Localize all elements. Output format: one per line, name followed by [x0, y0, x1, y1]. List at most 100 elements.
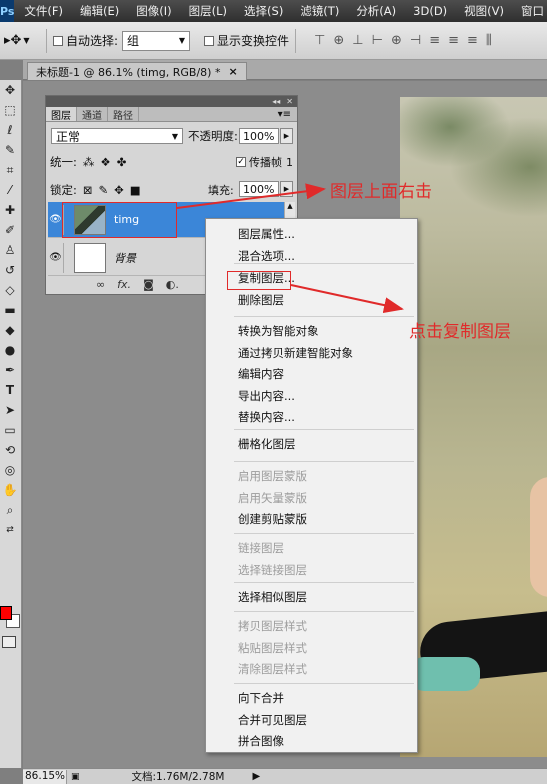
gradient-tool-icon[interactable]: ▬ — [0, 300, 20, 320]
opacity-input[interactable]: 100% — [239, 128, 279, 144]
eye-icon[interactable]: 👁 — [48, 242, 64, 273]
foreground-color-swatch[interactable] — [0, 606, 12, 620]
align-bottom-icon[interactable]: ⊥ — [352, 33, 363, 48]
auto-select-option[interactable]: 自动选择: — [53, 32, 118, 49]
link-icon[interactable]: ∞ — [96, 278, 105, 291]
pen-tool-icon[interactable]: ✒ — [0, 360, 20, 380]
menu-filter[interactable]: 滤镜(T) — [300, 3, 339, 19]
eraser-tool-icon[interactable]: ◇ — [0, 280, 20, 300]
context-menu-item[interactable]: 拼合图像 — [238, 734, 284, 748]
tab-layers[interactable]: 图层 — [46, 107, 77, 122]
menu-analysis[interactable]: 分析(A) — [356, 3, 396, 19]
context-menu-item[interactable]: 合并可见图层 — [238, 713, 307, 727]
context-menu-item[interactable]: 栅格化图层 — [238, 437, 296, 451]
distribute-top-icon[interactable]: ≡ — [429, 33, 440, 48]
lock-transparent-icon[interactable]: ⊠ — [83, 183, 93, 197]
unify-position-icon[interactable]: ⁂ — [83, 155, 95, 169]
collapse-icon[interactable]: ◂◂ — [272, 97, 280, 106]
context-menu-item[interactable]: 删除图层 — [238, 293, 284, 307]
blend-mode-value: 正常 — [56, 129, 81, 144]
context-menu-item[interactable]: 转换为智能对象 — [238, 324, 319, 338]
context-menu-item: 拷贝图层样式 — [238, 619, 307, 633]
tab-channels[interactable]: 通道 — [77, 107, 108, 122]
blend-mode-dropdown[interactable]: 正常 ▼ — [51, 128, 183, 144]
context-menu-item[interactable]: 导出内容... — [238, 389, 295, 403]
auto-select-dropdown[interactable]: 组 ▼ — [122, 30, 191, 51]
menu-select[interactable]: 选择(S) — [244, 3, 283, 19]
show-transform-checkbox[interactable] — [204, 35, 215, 46]
align-vcenter-icon[interactable]: ⊕ — [333, 33, 344, 48]
mask-icon[interactable]: ◙ — [143, 278, 154, 291]
eyedropper-tool-icon[interactable]: ⁄ — [0, 180, 20, 200]
context-menu-item[interactable]: 混合选项... — [238, 249, 295, 263]
quick-mask-button[interactable] — [2, 636, 16, 648]
quick-select-tool-icon[interactable]: ✎ — [0, 140, 20, 160]
blur-tool-icon[interactable]: ◆ — [0, 320, 20, 340]
document-tab[interactable]: 未标题-1 @ 86.1% (timg, RGB/8) * × — [27, 62, 247, 80]
auto-select-checkbox[interactable] — [53, 35, 63, 46]
unify-label: 统一: — [50, 155, 77, 169]
menu-file[interactable]: 文件(F) — [24, 3, 63, 19]
distribute-vcenter-icon[interactable]: ≡ — [448, 33, 459, 48]
distribute-bottom-icon[interactable]: ≡ — [467, 33, 478, 48]
propagate-frame-option[interactable]: 传播帧 1 — [236, 154, 293, 170]
path-select-tool-icon[interactable]: ➤ — [0, 400, 20, 420]
align-top-icon[interactable]: ⊤ — [314, 33, 325, 48]
fill-input[interactable]: 100% — [239, 181, 279, 197]
dodge-tool-icon[interactable]: ● — [0, 340, 20, 360]
unify-visibility-icon[interactable]: ❖ — [100, 155, 110, 169]
move-tool-preset[interactable]: ▸✥ ▼ — [4, 29, 40, 53]
align-hcenter-icon[interactable]: ⊕ — [391, 33, 402, 48]
menu-image[interactable]: 图像(I) — [136, 3, 171, 19]
zoom-tool-icon[interactable]: ⌕ — [0, 500, 20, 520]
menu-separator — [234, 611, 414, 612]
3d-orbit-tool-icon[interactable]: ◎ — [0, 460, 20, 480]
swap-colors-icon[interactable]: ⇄ — [0, 520, 20, 540]
context-menu-item[interactable]: 编辑内容 — [238, 367, 284, 381]
fx-icon[interactable]: fx. — [117, 278, 131, 291]
healing-tool-icon[interactable]: ✚ — [0, 200, 20, 220]
history-brush-tool-icon[interactable]: ↺ — [0, 260, 20, 280]
lasso-tool-icon[interactable]: ℓ — [0, 120, 20, 140]
show-transform-option[interactable]: 显示变换控件 — [204, 32, 289, 49]
close-icon[interactable]: ✕ — [286, 97, 293, 106]
brush-tool-icon[interactable]: ✐ — [0, 220, 20, 240]
close-icon[interactable]: × — [228, 65, 237, 78]
type-tool-icon[interactable]: T — [0, 380, 20, 400]
menu-view[interactable]: 视图(V) — [464, 3, 504, 19]
adjustment-icon[interactable]: ◐. — [166, 278, 179, 291]
context-menu-item[interactable]: 通过拷贝新建智能对象 — [238, 346, 353, 360]
context-menu-item[interactable]: 替换内容... — [238, 410, 295, 424]
hand-tool-icon[interactable]: ✋ — [0, 480, 20, 500]
align-right-icon[interactable]: ⊣ — [410, 33, 421, 48]
menu-3d[interactable]: 3D(D) — [413, 4, 447, 18]
context-menu-item[interactable]: 向下合并 — [238, 691, 284, 705]
marquee-tool-icon[interactable]: ⬚ — [0, 100, 20, 120]
3d-rotate-tool-icon[interactable]: ⟲ — [0, 440, 20, 460]
clone-stamp-tool-icon[interactable]: ♙ — [0, 240, 20, 260]
lock-pixels-icon[interactable]: ✎ — [99, 183, 109, 197]
context-menu-item[interactable]: 选择相似图层 — [238, 590, 307, 604]
panel-menu-icon[interactable]: ▾≡ — [278, 107, 297, 121]
status-arrow-icon[interactable]: ▶ — [252, 771, 260, 782]
lock-all-icon[interactable]: ■ — [130, 183, 141, 197]
shape-tool-icon[interactable]: ▭ — [0, 420, 20, 440]
menu-layer[interactable]: 图层(L) — [189, 3, 227, 19]
propagate-frame-checkbox[interactable] — [236, 157, 246, 167]
lock-position-icon[interactable]: ✥ — [114, 183, 124, 197]
tab-paths[interactable]: 路径 — [108, 107, 139, 122]
unify-style-icon[interactable]: ✤ — [117, 155, 127, 169]
context-menu-item[interactable]: 图层属性... — [238, 227, 295, 241]
context-menu-item[interactable]: 创建剪贴蒙版 — [238, 512, 307, 526]
fill-slider-arrow-icon[interactable]: ▶ — [280, 181, 293, 197]
menu-edit[interactable]: 编辑(E) — [80, 3, 119, 19]
zoom-field[interactable]: 86.15% — [23, 769, 67, 784]
opacity-slider-arrow-icon[interactable]: ▶ — [280, 128, 293, 144]
align-left-icon[interactable]: ⊢ — [372, 33, 383, 48]
move-tool-icon[interactable]: ✥ — [0, 80, 20, 100]
status-menu-icon[interactable]: ▣ — [71, 772, 80, 782]
menu-window[interactable]: 窗口 — [521, 3, 544, 19]
duplicate-highlight-box — [227, 271, 291, 290]
crop-tool-icon[interactable]: ⌗ — [0, 160, 20, 180]
distribute-left-icon[interactable]: ⫼ — [486, 33, 492, 48]
